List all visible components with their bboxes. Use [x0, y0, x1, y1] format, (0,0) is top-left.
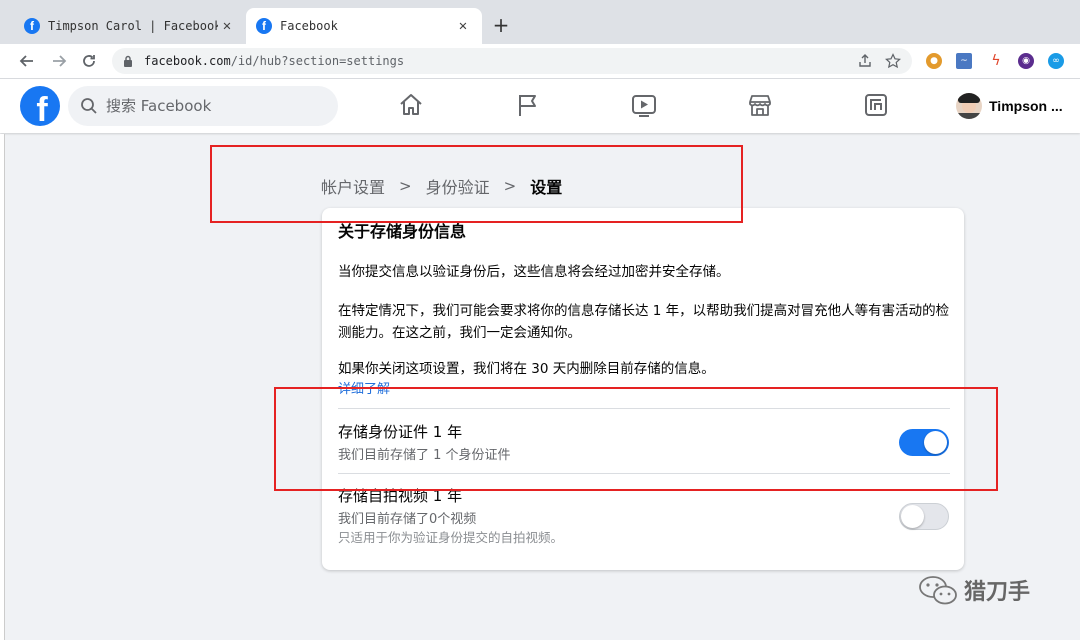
new-tab-button[interactable]: + [490, 13, 512, 37]
facebook-logo-icon[interactable]: f [20, 86, 60, 126]
bookmark-star-icon[interactable] [884, 52, 902, 70]
wechat-icon [919, 576, 957, 605]
left-edge-strip [0, 134, 5, 640]
lock-icon [120, 55, 136, 67]
avatar [956, 93, 982, 119]
marketplace-icon[interactable] [746, 91, 774, 119]
chart-extension-icon[interactable]: ~ [956, 53, 972, 69]
tab-close-icon[interactable]: ✕ [218, 17, 236, 35]
purple-extension-icon[interactable]: ◉ [1018, 53, 1034, 69]
tab-title: Timpson Carol | Facebook [48, 19, 218, 33]
tab-close-icon[interactable]: ✕ [454, 17, 472, 35]
profile-menu[interactable]: Timpson ... [956, 93, 1063, 119]
toggle-knob [901, 505, 924, 528]
info-paragraph-1: 当你提交信息以验证身份后，这些信息将会经过加密并安全存储。 [338, 264, 730, 280]
back-arrow-icon[interactable] [16, 50, 38, 72]
info-paragraph-2: 在特定情况下，我们可能会要求将你的信息存储长达 1 年，以帮助我们提高对冒充他人… [338, 303, 950, 341]
facebook-search-box[interactable] [68, 86, 338, 126]
browser-tab-facebook[interactable]: f Facebook ✕ [246, 8, 482, 44]
browser-tab-bar: f Timpson Carol | Facebook ✕ f Facebook … [0, 0, 1080, 44]
search-input[interactable] [104, 96, 328, 116]
blue-extension-icon[interactable]: ∞ [1048, 53, 1064, 69]
lightning-extension-icon[interactable]: ϟ [988, 53, 1004, 69]
facebook-top-nav: f Timpson ... [0, 79, 1080, 133]
facebook-favicon-icon: f [256, 18, 272, 34]
browser-address-bar: facebook.com/id/hub?section=settings ● ~… [0, 44, 1080, 79]
home-icon[interactable] [397, 91, 425, 119]
url-text: facebook.com/id/hub?section=settings [144, 54, 405, 68]
share-icon[interactable] [856, 52, 874, 70]
forward-arrow-icon[interactable] [48, 50, 70, 72]
cookie-extension-icon[interactable]: ● [926, 53, 942, 69]
store-selfie-video-note: 只适用于你为验证身份提交的自拍视频。 [338, 530, 564, 545]
watermark: 猎刀手 [918, 574, 1030, 606]
id-document-setting-highlight-box [274, 387, 998, 491]
flag-icon[interactable] [514, 91, 542, 119]
profile-name: Timpson ... [989, 98, 1063, 114]
facebook-favicon-icon: f [24, 18, 40, 34]
breadcrumb-highlight-box [210, 145, 743, 223]
browser-tab-timpson[interactable]: f Timpson Carol | Facebook ✕ [14, 8, 246, 44]
search-icon [80, 97, 98, 115]
store-selfie-video-subtitle: 我们目前存储了0个视频 [338, 512, 477, 527]
store-selfie-video-toggle[interactable] [899, 503, 949, 530]
url-omnibox[interactable]: facebook.com/id/hub?section=settings [112, 48, 912, 74]
watermark-text: 猎刀手 [964, 580, 1031, 605]
reload-icon[interactable] [78, 50, 100, 72]
info-paragraph-3: 如果你关闭这项设置，我们将在 30 天内删除目前存储的信息。 [338, 361, 715, 377]
video-icon[interactable] [630, 91, 658, 119]
gaming-icon[interactable] [862, 91, 890, 119]
tab-title: Facebook [280, 19, 338, 33]
